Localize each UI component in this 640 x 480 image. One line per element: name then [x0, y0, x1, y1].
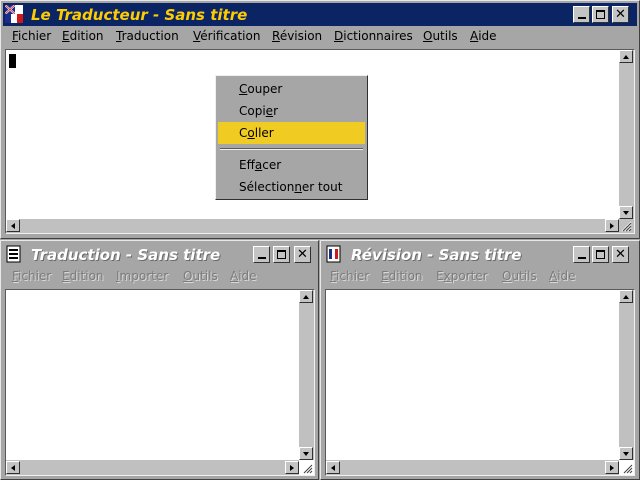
close-icon: ✕ — [615, 7, 626, 22]
revision-text-area[interactable] — [325, 289, 635, 476]
text-cursor — [9, 54, 16, 68]
translation-scroll-down-button[interactable] — [299, 447, 313, 460]
main-scroll-left-button[interactable] — [6, 219, 20, 232]
translation-maximize-button[interactable] — [273, 246, 290, 263]
revision-menu-aide[interactable]: Aide — [549, 266, 576, 286]
revision-menu-edition[interactable]: Edition — [381, 266, 423, 286]
translation-close-button[interactable]: ✕ — [294, 246, 311, 263]
arrow-right-icon — [610, 222, 614, 229]
revision-doc-icon[interactable] — [325, 245, 343, 263]
context-menu-separator — [220, 148, 363, 150]
arrow-left-icon — [11, 222, 15, 229]
translation-menu-edition[interactable]: Edition — [62, 266, 104, 286]
translation-window-title: Traduction - Sans titre — [31, 246, 221, 264]
translation-doc-icon[interactable] — [5, 245, 23, 263]
revision-scroll-up-button[interactable] — [619, 290, 633, 303]
menu-outils[interactable]: Outils — [423, 26, 458, 46]
translation-menu-importer[interactable]: Importer — [116, 266, 168, 286]
context-menu: Couper Copier Coller Effacer Sélectionne… — [215, 75, 368, 200]
app-flag-icon[interactable] — [5, 5, 23, 23]
menu-dictionnaires[interactable]: Dictionnaires — [334, 26, 413, 46]
revision-horizontal-scrollbar[interactable] — [326, 460, 619, 475]
translation-scroll-left-button[interactable] — [6, 461, 20, 474]
revision-vertical-scrollbar[interactable] — [619, 290, 634, 460]
menu-traduction[interactable]: Traduction — [116, 26, 179, 46]
revision-menu-bar: Fichier Edition Exporter Outils Aide — [323, 266, 637, 286]
revision-scroll-left-button[interactable] — [326, 461, 340, 474]
translation-text-area[interactable] — [5, 289, 315, 476]
arrow-down-icon — [623, 451, 629, 456]
menu-fichier[interactable]: Fichier — [12, 26, 51, 46]
revision-menu-outils[interactable]: Outils — [502, 266, 537, 286]
context-item-coller[interactable]: Coller — [218, 122, 365, 144]
close-icon: ✕ — [615, 247, 626, 262]
arrow-down-icon — [303, 451, 309, 456]
translation-menu-bar: Fichier Edition Importer Outils Aide — [3, 266, 316, 286]
minimize-icon — [577, 17, 586, 19]
arrow-up-icon — [623, 294, 629, 299]
main-minimize-button[interactable] — [573, 6, 590, 23]
translation-scroll-up-button[interactable] — [299, 290, 313, 303]
revision-resize-grip-icon[interactable] — [621, 462, 633, 474]
main-scroll-right-button[interactable] — [605, 219, 619, 232]
maximize-icon — [596, 10, 605, 19]
translation-minimize-button[interactable] — [253, 246, 270, 263]
main-horizontal-scrollbar[interactable] — [6, 219, 619, 233]
revision-scroll-down-button[interactable] — [619, 447, 633, 460]
menu-revision[interactable]: Révision — [272, 26, 322, 46]
context-item-couper[interactable]: Couper — [218, 78, 365, 100]
main-menu-bar: Fichier Edition Traduction Vérification … — [3, 26, 637, 46]
revision-close-button[interactable]: ✕ — [612, 246, 629, 263]
menu-aide[interactable]: Aide — [470, 26, 497, 46]
revision-maximize-button[interactable] — [592, 246, 609, 263]
revision-minimize-button[interactable] — [573, 246, 590, 263]
menu-edition[interactable]: Edition — [62, 26, 104, 46]
context-item-selectionner-tout[interactable]: Sélectionner tout — [218, 176, 365, 198]
translation-resize-grip-icon[interactable] — [301, 462, 313, 474]
arrow-left-icon — [331, 464, 335, 471]
close-icon: ✕ — [297, 247, 308, 262]
translation-menu-outils[interactable]: Outils — [183, 266, 218, 286]
arrow-up-icon — [623, 54, 629, 59]
arrow-down-icon — [623, 210, 629, 215]
main-resize-grip-icon[interactable] — [620, 220, 632, 232]
minimize-icon — [257, 257, 266, 259]
revision-scroll-right-button[interactable] — [605, 461, 619, 474]
main-close-button[interactable]: ✕ — [612, 6, 629, 23]
revision-window-title: Révision - Sans titre — [351, 246, 522, 264]
main-vertical-scrollbar[interactable] — [619, 50, 634, 233]
translation-scroll-right-button[interactable] — [285, 461, 299, 474]
translation-menu-fichier[interactable]: Fichier — [12, 266, 51, 286]
translation-horizontal-scrollbar[interactable] — [6, 460, 299, 475]
translation-menu-aide[interactable]: Aide — [230, 266, 257, 286]
translation-vertical-scrollbar[interactable] — [299, 290, 314, 460]
menu-verification[interactable]: Vérification — [193, 26, 260, 46]
minimize-icon — [577, 257, 586, 259]
revision-menu-exporter[interactable]: Exporter — [436, 266, 488, 286]
context-item-copier[interactable]: Copier — [218, 100, 365, 122]
arrow-right-icon — [290, 464, 294, 471]
main-maximize-button[interactable] — [592, 6, 609, 23]
main-title-bar[interactable]: Le Traducteur - Sans titre — [3, 3, 637, 26]
main-scroll-up-button[interactable] — [619, 50, 633, 63]
maximize-icon — [596, 250, 605, 259]
maximize-icon — [277, 250, 286, 259]
arrow-up-icon — [303, 294, 309, 299]
arrow-right-icon — [610, 464, 614, 471]
main-scroll-down-button[interactable] — [619, 206, 633, 219]
context-item-effacer[interactable]: Effacer — [218, 154, 365, 176]
arrow-left-icon — [11, 464, 15, 471]
main-window-title: Le Traducteur - Sans titre — [31, 6, 248, 24]
revision-menu-fichier[interactable]: Fichier — [330, 266, 369, 286]
